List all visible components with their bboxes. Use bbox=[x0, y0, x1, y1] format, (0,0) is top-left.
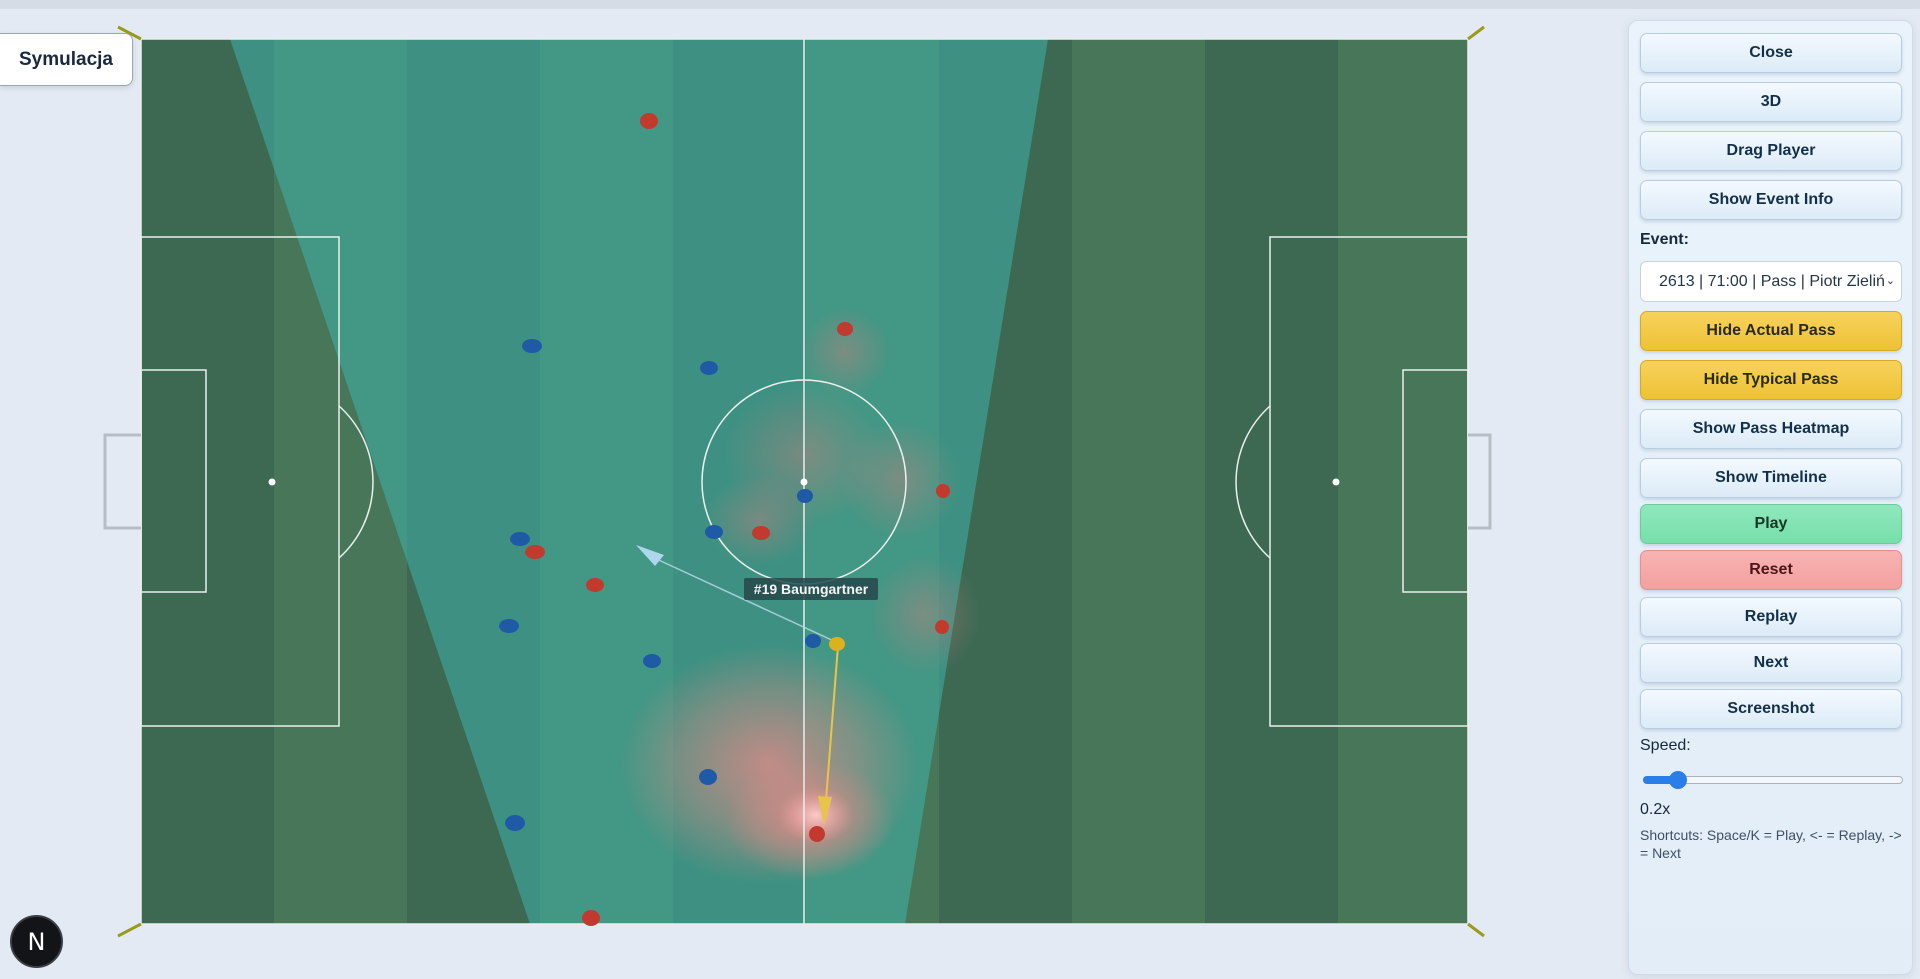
player-home bbox=[936, 484, 950, 498]
event-select-value: 2613 | 71:00 | Pass | Piotr Zieliń bbox=[1659, 273, 1885, 290]
hide-actual-pass-button[interactable]: Hide Actual Pass bbox=[1640, 311, 1902, 351]
player-home bbox=[935, 620, 949, 634]
framework-logo[interactable]: N bbox=[10, 915, 63, 968]
hide-typical-pass-button[interactable]: Hide Typical Pass bbox=[1640, 360, 1902, 400]
reset-button[interactable]: Reset bbox=[1640, 550, 1902, 590]
player-home bbox=[582, 910, 600, 926]
show-event-info-button[interactable]: Show Event Info bbox=[1640, 180, 1902, 220]
player-away bbox=[797, 489, 813, 503]
player-home bbox=[525, 545, 545, 559]
show-timeline-button[interactable]: Show Timeline bbox=[1640, 458, 1902, 498]
player-away bbox=[699, 769, 717, 785]
replay-button[interactable]: Replay bbox=[1640, 597, 1902, 637]
player-home bbox=[640, 113, 658, 129]
control-panel: Close 3D Drag Player Show Event Info Eve… bbox=[1628, 20, 1913, 975]
event-select[interactable]: 2613 | 71:00 | Pass | Piotr Zieliń ⌄ bbox=[1640, 261, 1902, 302]
speed-value: 0.2x bbox=[1640, 801, 1671, 818]
player-home bbox=[837, 322, 853, 336]
view-3d-button[interactable]: 3D bbox=[1640, 82, 1902, 122]
speed-slider-thumb[interactable] bbox=[1669, 771, 1687, 789]
close-button[interactable]: Close bbox=[1640, 33, 1902, 73]
player-away bbox=[505, 815, 525, 831]
next-button[interactable]: Next bbox=[1640, 643, 1902, 683]
player-away bbox=[705, 525, 723, 539]
player-home bbox=[586, 578, 604, 592]
drag-player-button[interactable]: Drag Player bbox=[1640, 131, 1902, 171]
passer-player[interactable] bbox=[829, 637, 845, 651]
shortcuts-hint: Shortcuts: Space/K = Play, <- = Replay, … bbox=[1640, 827, 1902, 861]
chevron-down-icon: ⌄ bbox=[1883, 262, 1895, 301]
player-away bbox=[499, 619, 519, 633]
speed-label: Speed: bbox=[1640, 737, 1691, 754]
show-pass-heatmap-button[interactable]: Show Pass Heatmap bbox=[1640, 409, 1902, 449]
player-tag: #19 Baumgartner bbox=[744, 578, 878, 600]
page-title: Symulacja bbox=[0, 33, 133, 86]
player-away bbox=[700, 361, 718, 375]
player-home bbox=[752, 526, 770, 540]
speed-slider[interactable] bbox=[1643, 771, 1903, 789]
player-away bbox=[643, 654, 661, 668]
player-away bbox=[510, 532, 530, 546]
player-away bbox=[522, 339, 542, 353]
screenshot-button[interactable]: Screenshot bbox=[1640, 689, 1902, 729]
event-label: Event: bbox=[1640, 231, 1689, 248]
player-home bbox=[809, 826, 825, 842]
play-button[interactable]: Play bbox=[1640, 504, 1902, 544]
player-away bbox=[805, 634, 821, 648]
